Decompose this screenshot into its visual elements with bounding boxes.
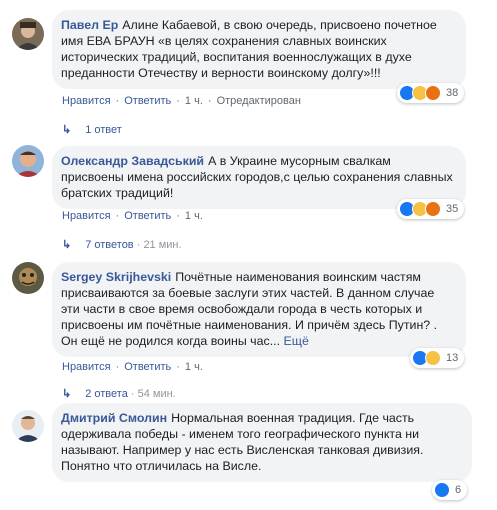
reaction-summary[interactable]: 38 — [397, 83, 465, 103]
avatar[interactable] — [12, 18, 44, 50]
timestamp[interactable]: 1 ч. — [185, 210, 203, 222]
angry-reaction-icon — [425, 201, 441, 217]
replies-time: 54 мин. — [137, 388, 176, 400]
edited-label: Отредактирован — [216, 95, 301, 107]
reaction-count: 13 — [446, 352, 459, 364]
comment-actions: Нравится · Ответить · 1 ч. — [62, 361, 203, 373]
reaction-count: 38 — [446, 87, 459, 99]
like-link[interactable]: Нравится — [62, 95, 111, 107]
reaction-summary[interactable]: 6 — [432, 480, 468, 500]
reaction-summary[interactable]: 35 — [397, 199, 465, 219]
avatar[interactable] — [12, 410, 44, 442]
angry-reaction-icon — [425, 85, 441, 101]
reaction-count: 6 — [455, 484, 462, 496]
timestamp[interactable]: 1 ч. — [185, 361, 203, 373]
replies-time: 21 мин. — [143, 239, 182, 251]
timestamp[interactable]: 1 ч. — [185, 95, 203, 107]
like-reaction-icon — [434, 482, 450, 498]
view-replies-link[interactable]: ↳ 7 ответов · 21 мин. — [62, 238, 182, 251]
comment-author[interactable]: Олександр Завадський — [61, 154, 204, 168]
comment-actions: Нравится · Ответить · 1 ч. · Отредактирован — [62, 95, 301, 107]
comment-bubble: Павел Ер Алине Кабаевой, в свою очередь, … — [52, 10, 466, 89]
reaction-summary[interactable]: 13 — [410, 348, 465, 368]
comment-bubble: Sergey Skrijhevski Почётные наименования … — [52, 262, 466, 357]
like-link[interactable]: Нравится — [62, 361, 111, 373]
see-more-link[interactable]: Ещё — [284, 334, 309, 348]
replies-count[interactable]: 7 ответов — [85, 239, 133, 251]
comment-author[interactable]: Павел Ер — [61, 18, 118, 32]
replies-count[interactable]: 1 ответ — [85, 124, 122, 136]
reply-link[interactable]: Ответить — [124, 95, 171, 107]
reply-link[interactable]: Ответить — [124, 361, 171, 373]
reply-arrow-icon: ↳ — [62, 388, 72, 400]
reply-link[interactable]: Ответить — [124, 210, 171, 222]
avatar[interactable] — [12, 145, 44, 177]
comment-author[interactable]: Дмитрий Смолин — [61, 411, 167, 425]
comment-actions: Нравится · Ответить · 1 ч. — [62, 210, 203, 222]
reaction-count: 35 — [446, 203, 459, 215]
reply-arrow-icon: ↳ — [62, 239, 72, 251]
reply-arrow-icon: ↳ — [62, 124, 72, 136]
view-replies-link[interactable]: ↳ 2 ответа · 54 мин. — [62, 387, 176, 400]
comment-author[interactable]: Sergey Skrijhevski — [61, 270, 171, 284]
like-link[interactable]: Нравится — [62, 210, 111, 222]
replies-count[interactable]: 2 ответа — [85, 388, 128, 400]
haha-reaction-icon — [425, 350, 441, 366]
avatar[interactable] — [12, 262, 44, 294]
comment-bubble: Дмитрий Смолин Нормальная военная традици… — [52, 403, 472, 482]
view-replies-link[interactable]: ↳ 1 ответ — [62, 123, 122, 136]
